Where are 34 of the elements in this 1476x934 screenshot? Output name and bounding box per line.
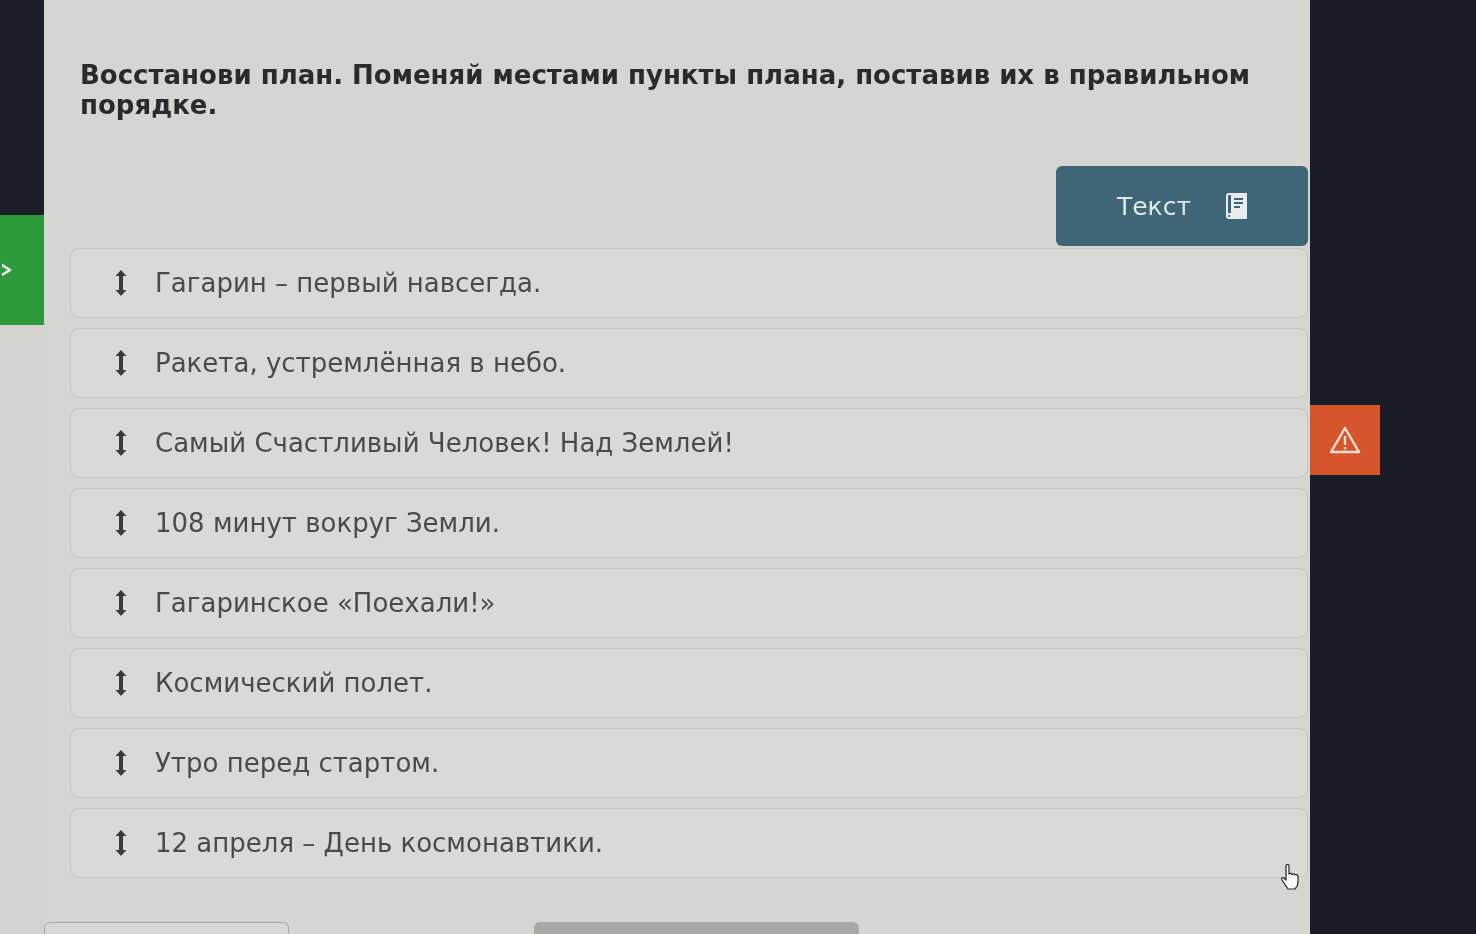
plan-item-text: Гагарин – первый навсегда.	[155, 268, 542, 298]
plan-item-text: Гагаринское «Поехали!»	[155, 588, 496, 618]
plan-item[interactable]: Гагаринское «Поехали!»	[70, 568, 1308, 638]
book-icon	[1225, 193, 1248, 219]
task-instruction: Восстанови план. Поменяй местами пункты плана, поставив их в правильном порядке.	[80, 60, 1252, 120]
hand-cursor-icon	[1280, 864, 1300, 890]
plan-item-text: 12 апреля – День космонавтики.	[155, 828, 604, 858]
plan-item[interactable]: Ракета, устремлённая в небо.	[70, 328, 1308, 398]
plan-item-text: 108 минут вокруг Земли.	[155, 508, 500, 538]
side-tab[interactable]	[0, 215, 44, 325]
text-button[interactable]: Текст	[1056, 166, 1308, 246]
drag-handle-icon	[115, 750, 127, 776]
plan-item-text: Ракета, устремлённая в небо.	[155, 348, 567, 378]
chevron-icon	[2, 263, 12, 277]
drag-handle-icon	[115, 510, 127, 536]
drag-handle-icon	[115, 590, 127, 616]
plan-item[interactable]: Гагарин – первый навсегда.	[70, 248, 1308, 318]
footer-button[interactable]	[44, 922, 289, 934]
plan-item[interactable]: Космический полет.	[70, 648, 1308, 718]
plan-item-text: Утро перед стартом.	[155, 748, 440, 778]
plan-item[interactable]: 108 минут вокруг Земли.	[70, 488, 1308, 558]
plan-item-text: Самый Счастливый Человек! Над Землей!	[155, 428, 734, 458]
plan-item[interactable]: Самый Счастливый Человек! Над Землей!	[70, 408, 1308, 478]
plan-item[interactable]: 12 апреля – День космонавтики.	[70, 808, 1308, 878]
warning-icon	[1329, 426, 1361, 454]
drag-handle-icon	[115, 830, 127, 856]
report-button[interactable]	[1310, 405, 1380, 475]
drag-handle-icon	[115, 270, 127, 296]
drag-handle-icon	[115, 430, 127, 456]
drag-handle-icon	[115, 670, 127, 696]
plan-item-text: Космический полет.	[155, 668, 433, 698]
plan-item[interactable]: Утро перед стартом.	[70, 728, 1308, 798]
drag-handle-icon	[115, 350, 127, 376]
footer-button[interactable]	[534, 922, 859, 934]
